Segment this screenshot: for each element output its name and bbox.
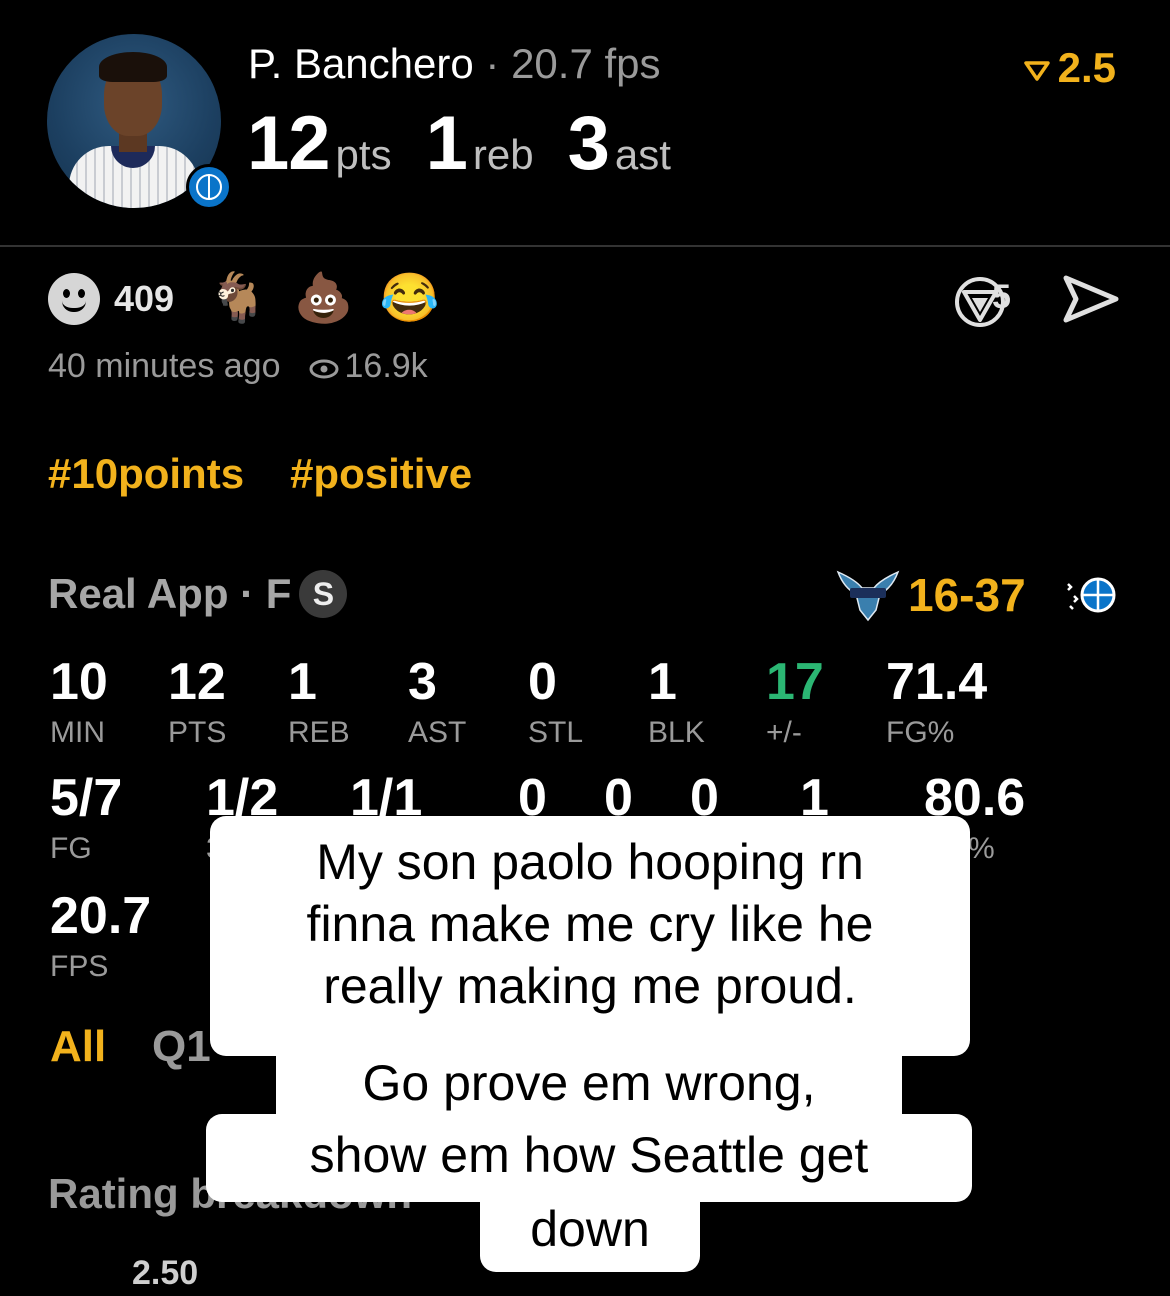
caption-line-1: My son paolo hooping rn	[316, 834, 864, 890]
magic-team-icon	[186, 164, 232, 210]
caption-line-5: show em how Seattle get	[206, 1114, 972, 1202]
reactions-row: 409 🐐 💩 😂	[48, 273, 465, 325]
hornets-logo-icon	[836, 566, 900, 627]
divider	[0, 245, 1170, 247]
tag-link[interactable]: #positive	[290, 450, 472, 497]
magic-logo-icon	[1066, 574, 1116, 619]
game-header: Real App · FS	[48, 569, 348, 621]
stat-fps: 20.7 FPS	[50, 887, 152, 983]
pts-value: 12	[247, 101, 331, 186]
poop-emoji[interactable]: 💩	[294, 274, 354, 324]
ast-unit: ast	[614, 131, 671, 178]
player-name-line[interactable]: P. Banchero · 20.7 fps	[248, 40, 661, 88]
stat-min: 10 MIN	[50, 653, 108, 749]
score-opponent: 16-	[908, 569, 975, 621]
caption-line-4: Go prove em wrong,	[276, 1052, 902, 1116]
reaction-count: 409	[114, 278, 175, 319]
pts-unit: pts	[335, 131, 392, 178]
rating-value: 2.5	[1057, 44, 1116, 91]
view-count: 16.9k	[344, 347, 428, 385]
stat-stl: 0 STL	[528, 653, 584, 749]
tags-row: #10points #positive	[48, 450, 518, 498]
tab-q1[interactable]: Q1	[152, 1022, 211, 1072]
stat-reb: 1 REB	[288, 653, 350, 749]
stat-ast: 3 AST	[408, 653, 467, 749]
rating-breakdown-value: 2.50	[132, 1254, 199, 1292]
post-time: 40 minutes ago	[48, 347, 281, 385]
smile-icon[interactable]	[48, 273, 100, 325]
eye-icon	[309, 349, 339, 388]
stat-plus-minus: 17 +/-	[766, 653, 824, 749]
rating-chevron-icon	[1023, 61, 1050, 81]
stat-blk: 1 BLK	[648, 653, 705, 749]
game-title: Real App · F	[48, 570, 292, 617]
caption-line-2: finna make me cry like he	[306, 896, 874, 952]
separator: ·	[485, 40, 500, 87]
share-count: 5	[992, 278, 1011, 316]
laugh-cry-emoji[interactable]: 😂	[380, 274, 440, 324]
player-statline: 12 pts 1 reb 3 ast	[247, 100, 705, 187]
send-icon[interactable]	[1062, 274, 1120, 329]
tab-all[interactable]: All	[50, 1022, 106, 1072]
reb-value: 1	[425, 101, 468, 186]
stat-fg: 5/7 FG	[50, 769, 123, 865]
player-fps: 20.7 fps	[511, 40, 661, 87]
reb-unit: reb	[472, 131, 534, 178]
caption-line-3: really making me proud.	[323, 958, 857, 1014]
tag-link[interactable]: #10points	[48, 450, 244, 497]
stat-fg-pct: 71.4 FG%	[886, 653, 988, 749]
caption-line-6: down	[480, 1196, 700, 1272]
caption-block: My son paolo hooping rn finna make me cr…	[210, 816, 970, 1056]
post-meta: 40 minutes ago 16.9k	[48, 347, 428, 388]
goat-emoji[interactable]: 🐐	[208, 274, 268, 324]
rating-badge[interactable]: 2.5	[1023, 44, 1116, 92]
player-name: P. Banchero	[248, 40, 474, 87]
stat-pts: 12 PTS	[168, 653, 227, 749]
score-own: 37	[974, 569, 1026, 621]
ast-value: 3	[567, 101, 610, 186]
status-badge: S	[299, 569, 348, 618]
game-score: 16-37	[908, 568, 1026, 622]
